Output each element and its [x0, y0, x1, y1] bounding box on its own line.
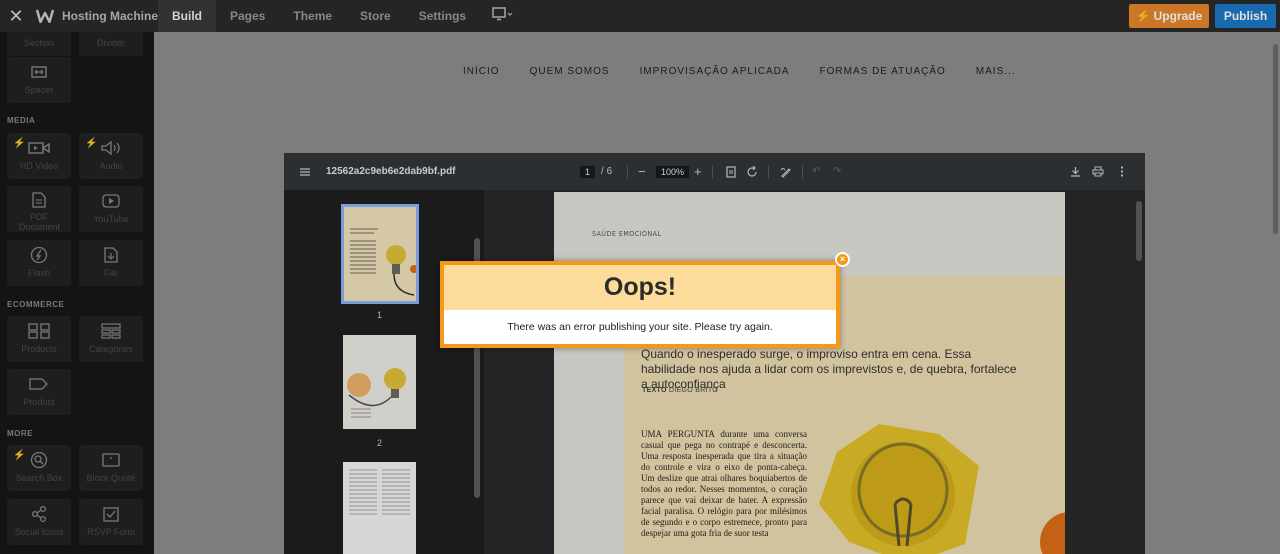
dialog-title: Oops! [603, 273, 677, 301]
dialog-header: Oops! [444, 265, 836, 310]
dialog-message: There was an error publishing your site.… [507, 321, 773, 333]
dialog-close-button[interactable]: × [835, 252, 850, 267]
error-dialog: Oops! There was an error publishing your… [440, 261, 840, 348]
